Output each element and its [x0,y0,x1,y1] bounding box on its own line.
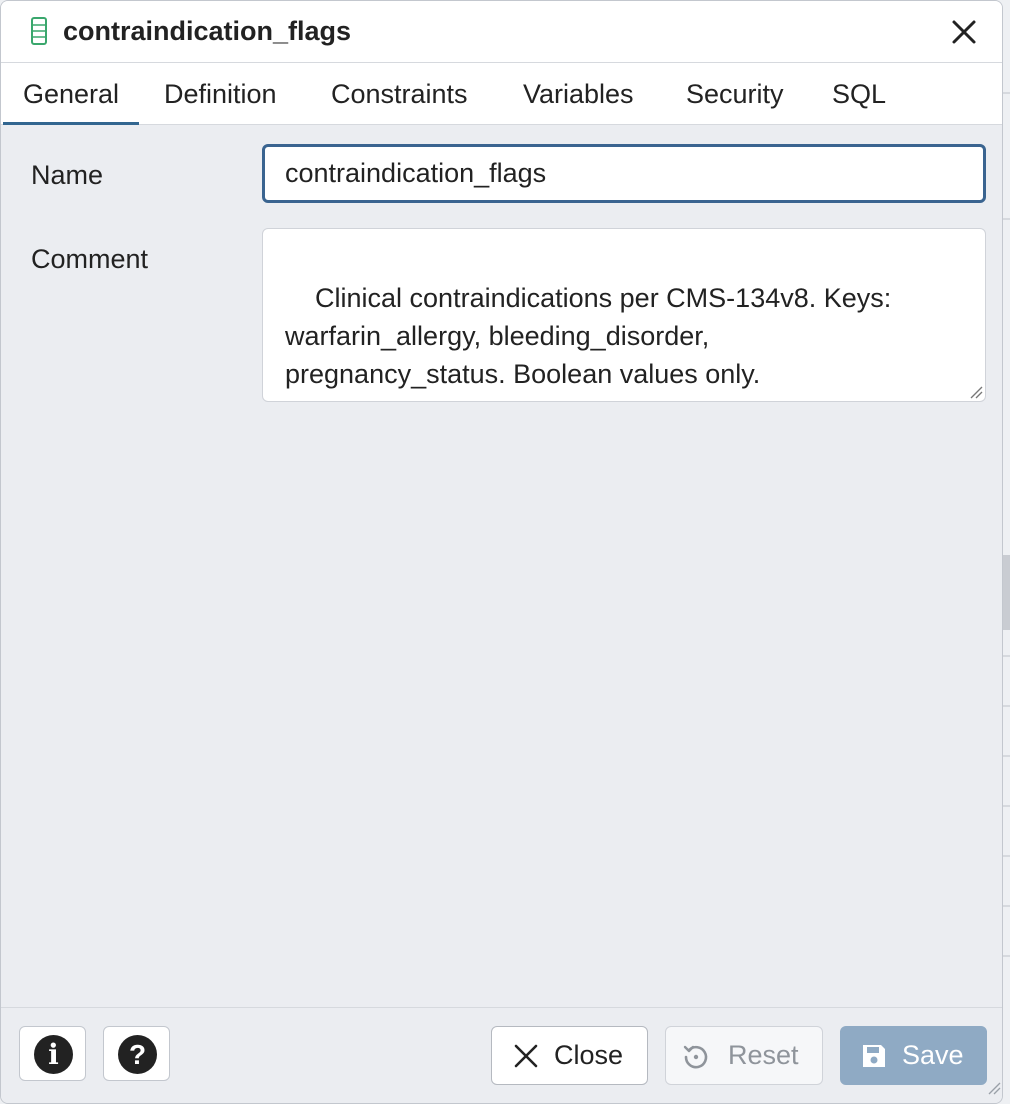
reset-button-label: Reset [728,1040,799,1070]
comment-textarea[interactable]: Clinical contraindications per CMS-134v8… [262,228,986,402]
tab-constraints[interactable]: Constraints [331,63,468,125]
comment-label: Comment [31,244,149,274]
info-button[interactable]: i [19,1026,86,1081]
table-column-icon [31,17,47,45]
reset-button[interactable]: Reset [665,1026,823,1085]
help-icon: ? [118,1035,157,1074]
resize-grip-icon[interactable] [969,385,983,399]
reset-icon [683,1045,708,1069]
tab-definition[interactable]: Definition [164,63,277,125]
tab-security[interactable]: Security [686,63,784,125]
close-x-icon [514,1044,538,1068]
close-icon[interactable] [947,15,981,49]
save-button[interactable]: Save [840,1026,987,1085]
save-button-label: Save [902,1040,964,1070]
comment-text: Clinical contraindications per CMS-134v8… [285,283,892,389]
help-button[interactable]: ? [103,1026,170,1081]
dialog-resize-icon[interactable] [987,1081,1001,1095]
save-icon [863,1045,885,1067]
tab-bar: General Definition Constraints Variables… [1,63,1002,125]
table-column-dialog: contraindication_flags General Definitio… [0,0,1003,1104]
tab-general[interactable]: General [2,63,140,125]
close-button[interactable]: Close [491,1026,648,1085]
tab-variables[interactable]: Variables [523,63,634,125]
tab-sql[interactable]: SQL [832,63,886,125]
info-icon: i [34,1035,73,1074]
dialog-title: contraindication_flags [63,16,352,46]
name-label: Name [31,160,104,190]
close-button-label: Close [554,1040,624,1070]
dialog-titlebar[interactable]: contraindication_flags [1,1,1002,63]
name-input[interactable]: contraindication_flags [262,144,986,203]
